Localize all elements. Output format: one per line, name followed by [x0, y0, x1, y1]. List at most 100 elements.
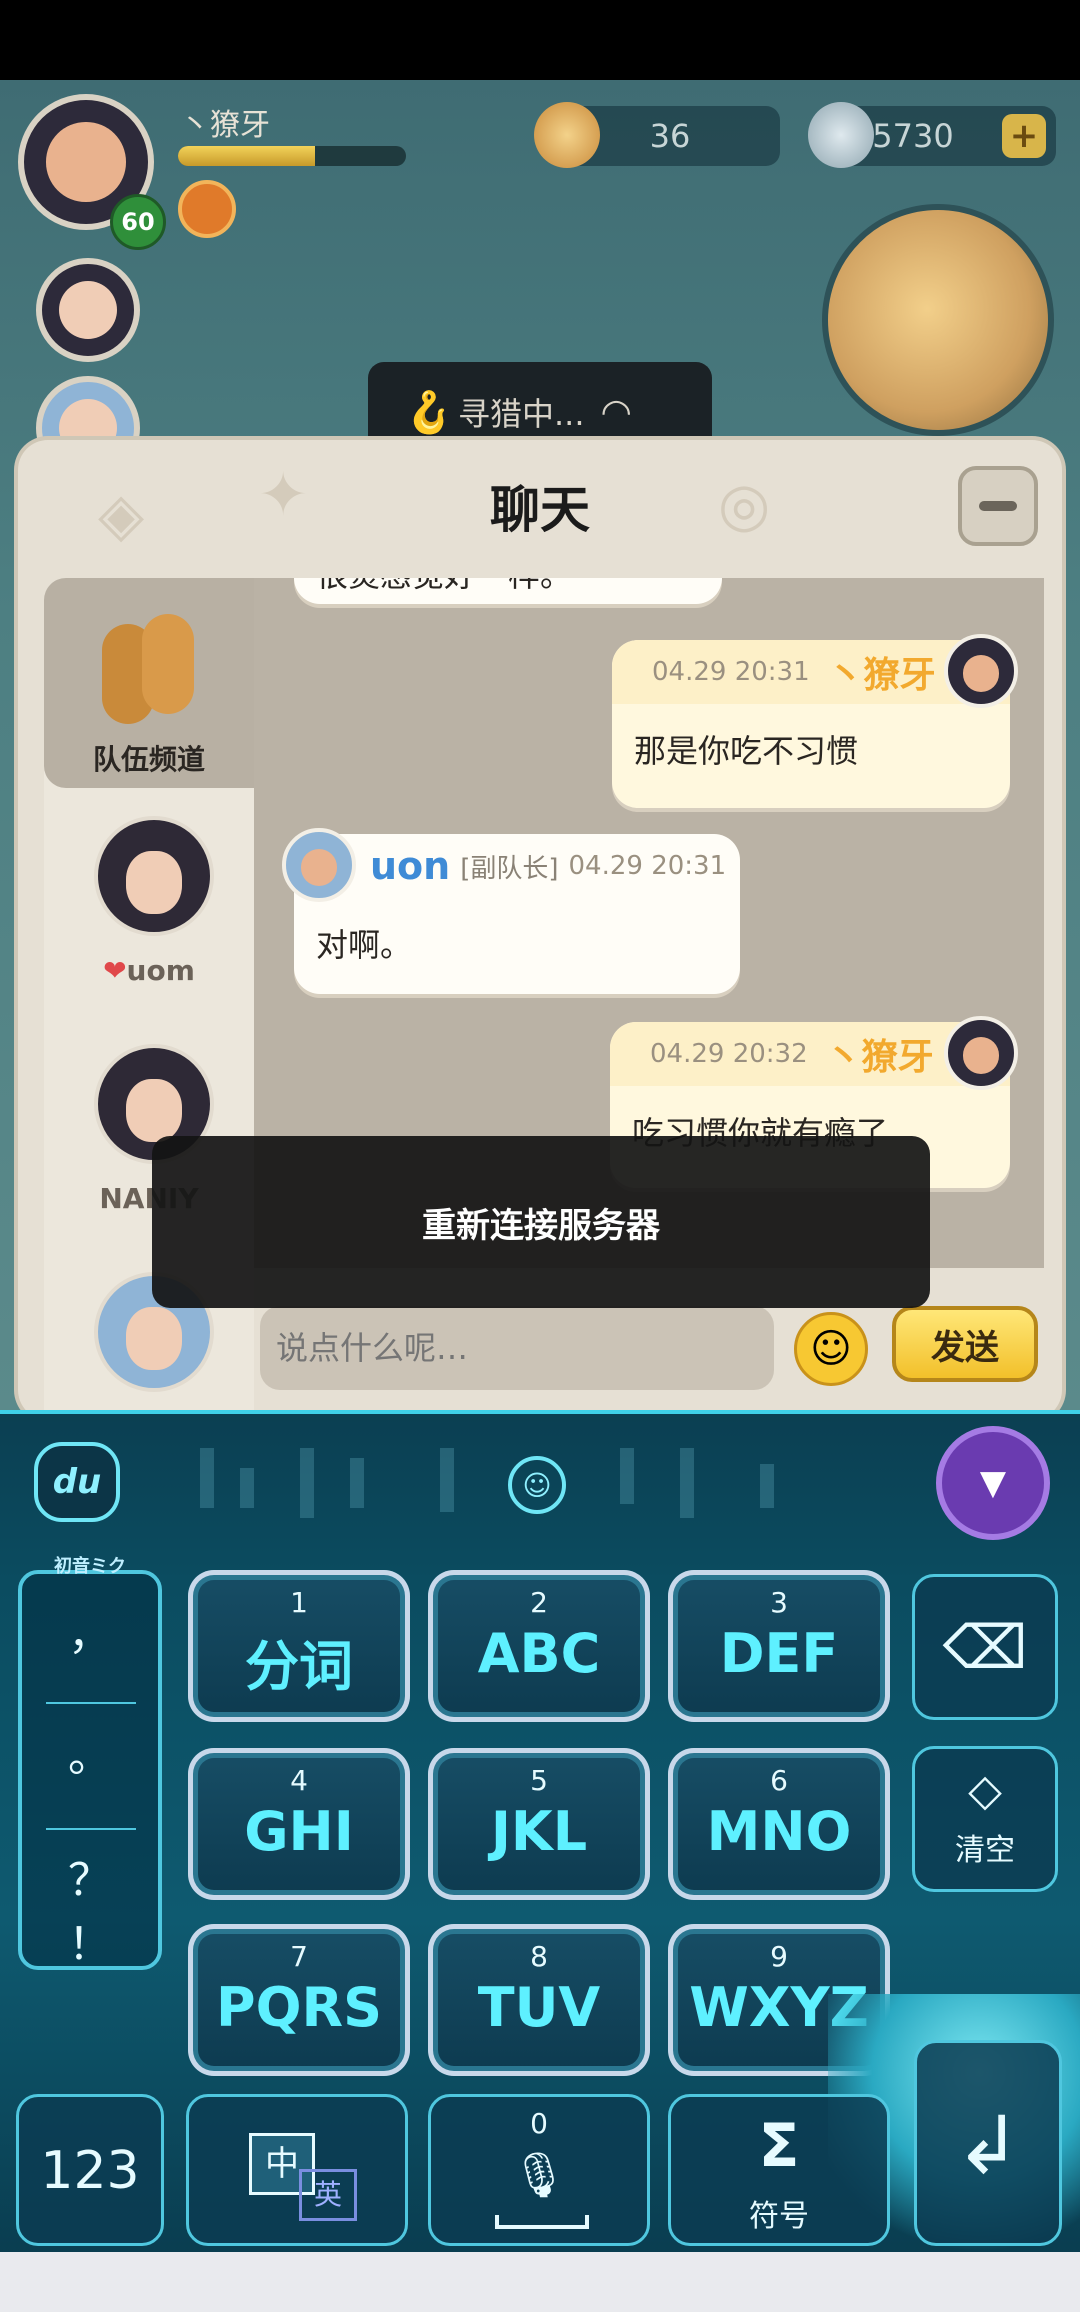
- player-name: 丶獠牙: [180, 108, 270, 143]
- pearl-icon: [808, 102, 874, 168]
- player-face: [46, 122, 126, 202]
- key-label: PQRS: [216, 1976, 382, 2039]
- sender-role: [副队长]: [460, 853, 559, 884]
- punctuation-column[interactable]: 初音ミク ， 。 ？ ！: [18, 1556, 162, 1972]
- hide-keyboard-button[interactable]: ▼: [936, 1426, 1050, 1540]
- key-label: JKL: [490, 1800, 588, 1863]
- tab-team-channel-label: 队伍频道: [92, 743, 205, 776]
- smile-icon: ☺: [810, 1326, 852, 1372]
- sender-avatar[interactable]: [944, 634, 1018, 708]
- minimap[interactable]: [822, 204, 1054, 436]
- punct-exclaim[interactable]: ！: [22, 1908, 158, 1972]
- key-5[interactable]: 5 JKL: [428, 1748, 650, 1900]
- buff-icon[interactable]: [178, 180, 236, 238]
- zero-label: 0: [530, 2107, 548, 2140]
- key-7[interactable]: 7 PQRS: [188, 1924, 410, 2076]
- keyboard-toolbar: du ☺ ▼: [0, 1414, 1080, 1544]
- tab-team-channel[interactable]: 队伍频道: [44, 578, 254, 788]
- eraser-icon: ◇: [968, 1765, 1002, 1816]
- key-6[interactable]: 6 MNO: [668, 1748, 890, 1900]
- teammate-avatar-1[interactable]: [36, 258, 140, 362]
- du-logo-button[interactable]: du: [34, 1442, 120, 1522]
- key-number: 4: [290, 1764, 308, 1797]
- message-sender: 丶獠牙: [827, 655, 936, 696]
- divider: [46, 1702, 136, 1704]
- chat-input-row: ☺ 发送: [254, 1306, 1044, 1406]
- space-voice-key[interactable]: 0 🎙: [428, 2094, 650, 2246]
- panel-title: 聊天: [490, 481, 590, 539]
- status-bar: [0, 0, 1080, 80]
- key-3[interactable]: 3 DEF: [668, 1570, 890, 1722]
- punct-question[interactable]: ？: [22, 1844, 158, 1908]
- emoji-keyboard-icon[interactable]: ☺: [508, 1456, 566, 1514]
- key-8[interactable]: 8 TUV: [428, 1924, 650, 2076]
- equalizer-decor: [300, 1448, 314, 1518]
- heart-icon: ❤: [103, 954, 127, 987]
- system-nav-bar: [0, 2252, 1080, 2312]
- member-face: [126, 1079, 182, 1143]
- teammate-face: [58, 280, 118, 340]
- key-label: 分词: [245, 1635, 353, 1698]
- microphone-icon: 🎙: [511, 2150, 567, 2201]
- numeric-key[interactable]: 123: [16, 2094, 164, 2246]
- key-number: 6: [770, 1764, 788, 1797]
- lang-en-label: 英: [299, 2169, 357, 2221]
- minimize-button[interactable]: [958, 466, 1038, 546]
- clear-label: 清空: [955, 1833, 1015, 1868]
- key-number: 2: [530, 1586, 548, 1619]
- shell-icon: [534, 102, 600, 168]
- key-number: 9: [770, 1940, 788, 1973]
- symbol-label: 符号: [749, 2199, 809, 2234]
- key-label: TUV: [477, 1976, 601, 2039]
- clear-key[interactable]: ◇ 清空: [912, 1746, 1058, 1892]
- key-label: DEF: [719, 1622, 839, 1685]
- equalizer-decor: [760, 1464, 774, 1508]
- exp-bar-fill: [178, 146, 315, 166]
- equalizer-decor: [200, 1448, 214, 1508]
- message-time: 04.29 20:31: [568, 851, 727, 881]
- sigma-icon: Σ: [758, 2111, 800, 2181]
- key-label: GHI: [244, 1800, 354, 1863]
- key-4[interactable]: 4 GHI: [188, 1748, 410, 1900]
- member-face: [126, 1307, 182, 1371]
- ime-keyboard: du ☺ ▼ 初音ミク ， 。 ？ ！ 1 分词 2 ABC 3 DEF 4 GHI 5…: [0, 1410, 1080, 2256]
- message-sender: uon: [370, 844, 451, 888]
- member-face: [126, 851, 182, 915]
- hunting-status-label: 寻猎中...: [458, 395, 585, 433]
- add-currency-button[interactable]: +: [1002, 114, 1046, 158]
- punct-comma[interactable]: ，: [22, 1598, 158, 1662]
- member-name-text: uom: [126, 954, 195, 987]
- member-item[interactable]: ❤uom: [44, 816, 254, 1016]
- team-icon: [102, 604, 198, 724]
- message-time: 04.29 20:32: [650, 1039, 808, 1069]
- avatar-face: [300, 849, 338, 887]
- sender-avatar[interactable]: [944, 1016, 1018, 1090]
- exp-bar: [178, 146, 406, 166]
- punct-period[interactable]: 。: [22, 1720, 158, 1784]
- member-avatar: [94, 816, 214, 936]
- backspace-key[interactable]: ⌫: [912, 1574, 1058, 1720]
- key-1[interactable]: 1 分词: [188, 1570, 410, 1722]
- member-name: ❤uom: [44, 954, 254, 987]
- symbol-key[interactable]: Σ 符号: [668, 2094, 890, 2246]
- lang-switch-key[interactable]: 中 英: [186, 2094, 408, 2246]
- key-2[interactable]: 2 ABC: [428, 1570, 650, 1722]
- horn-icon: 🪝: [404, 389, 454, 436]
- level-badge: 60: [110, 194, 166, 250]
- key-number: 5: [530, 1764, 548, 1797]
- key-number: 3: [770, 1586, 788, 1619]
- message-text: 那是你吃不习惯: [634, 732, 859, 770]
- enter-key[interactable]: ↲: [914, 2040, 1062, 2246]
- loading-spinner-icon: ◠: [600, 391, 632, 433]
- chat-bubble-other: uon [副队长] 04.29 20:31 对啊。: [294, 834, 740, 994]
- minus-icon: [979, 501, 1017, 511]
- equalizer-decor: [350, 1458, 364, 1508]
- avatar-face: [962, 655, 1000, 693]
- sender-avatar[interactable]: [282, 828, 356, 902]
- emoji-button[interactable]: ☺: [794, 1312, 868, 1386]
- chat-input[interactable]: [260, 1306, 774, 1390]
- key-number: 1: [290, 1586, 308, 1619]
- enter-icon: ↲: [954, 2099, 1022, 2192]
- chat-bubble-truncated: 很烫感觉好一样。: [294, 578, 722, 604]
- send-button[interactable]: 发送: [892, 1306, 1038, 1382]
